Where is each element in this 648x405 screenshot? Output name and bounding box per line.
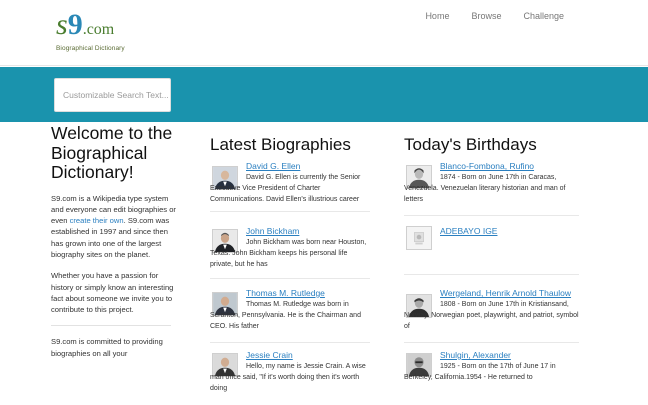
- nav-browse-link[interactable]: Browse: [471, 11, 501, 21]
- todays-birthdays-title: Today's Birthdays: [404, 135, 537, 154]
- birthday-name-link[interactable]: Blanco-Fombona, Rufino: [440, 161, 534, 171]
- nav-home-link[interactable]: Home: [425, 11, 449, 21]
- entry-divider: [210, 211, 370, 212]
- biography-snippet: Thomas M. Rutledge was born in Scranton,…: [210, 301, 361, 331]
- search-banner: [0, 67, 648, 122]
- entry-divider: [404, 215, 579, 216]
- biography-snippet: David G. Ellen is currently the Senior E…: [210, 174, 361, 204]
- biography-snippet: John Bickham was born near Houston, Texa…: [210, 239, 367, 269]
- welcome-paragraph-2: Whether you have a passion for history o…: [51, 271, 174, 315]
- biography-name-link[interactable]: John Bickham: [246, 226, 299, 236]
- birthday-name-link[interactable]: ADEBAYO IGE: [440, 226, 497, 236]
- welcome-divider: [51, 325, 171, 327]
- welcome-title: Welcome to the Biographical Dictionary!: [51, 123, 173, 182]
- birthday-snippet: 1874 - Born on June 17th in Caracas, Ven…: [404, 174, 566, 204]
- biography-name-link[interactable]: Jessie Crain: [246, 350, 293, 360]
- birthday-name-link[interactable]: Shulgin, Alexander: [440, 350, 511, 360]
- biography-name-link[interactable]: Thomas M. Rutledge: [246, 288, 325, 298]
- entry-divider: [210, 278, 370, 279]
- entry-divider: [404, 342, 579, 343]
- todays-birthdays-section: Today's Birthdays Blanco-Fombona, Rufino…: [404, 135, 584, 381]
- search-input[interactable]: [54, 78, 171, 112]
- birthday-snippet: 1808 - Born on June 17th in Kristiansand…: [404, 301, 579, 331]
- birthday-name-link[interactable]: Wergeland, Henrik Arnold Thaulow: [440, 288, 571, 298]
- logo-com: .com: [82, 21, 115, 38]
- welcome-section: Welcome to the Biographical Dictionary! …: [51, 123, 181, 359]
- placeholder-photo-icon[interactable]: [406, 226, 432, 250]
- birthday-snippet: 1925 - Born on the 17th of June 17 in Be…: [404, 363, 556, 382]
- entry-divider: [404, 274, 579, 275]
- logo-subtitle: Biographical Dictionary: [56, 45, 125, 52]
- latest-biographies-title: Latest Biographies: [210, 135, 351, 154]
- site-header: s9.com Biographical Dictionary Home Brow…: [0, 0, 648, 66]
- logo-nine: 9: [67, 8, 83, 41]
- logo-mark: s9.com: [56, 10, 125, 45]
- welcome-paragraph-3: S9.com is committed to providing biograp…: [51, 337, 163, 358]
- site-logo[interactable]: s9.com Biographical Dictionary: [56, 10, 125, 53]
- welcome-paragraph-1: S9.com is a Wikipedia type system and ev…: [51, 193, 181, 261]
- entry-divider: [210, 342, 370, 343]
- logo-s: s: [56, 8, 68, 41]
- biography-snippet: Hello, my name is Jessie Crain. A wise m…: [210, 363, 366, 393]
- biography-name-link[interactable]: David G. Ellen: [246, 161, 300, 171]
- main-nav: Home Browse Challenge: [425, 11, 564, 21]
- create-their-own-link[interactable]: create their own: [70, 216, 124, 225]
- nav-challenge-link[interactable]: Challenge: [523, 11, 564, 21]
- latest-biographies-section: Latest Biographies David G. Ellen David …: [210, 135, 390, 392]
